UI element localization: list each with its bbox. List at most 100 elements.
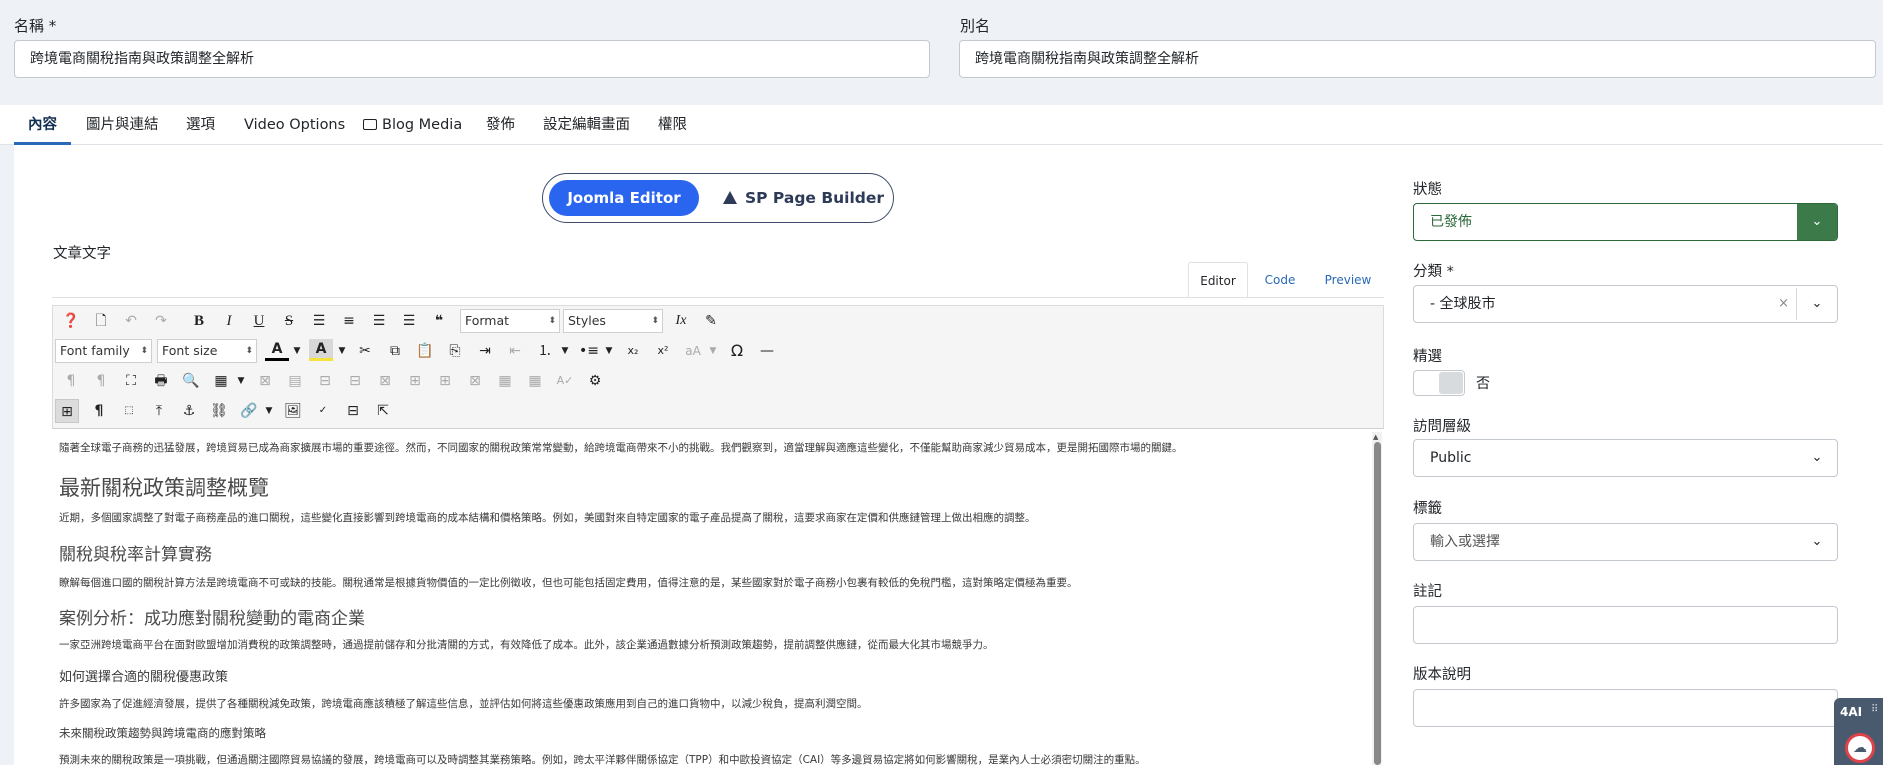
font-size-select[interactable]: Font size ⬍ <box>157 339 257 363</box>
search-icon[interactable]: 🔍 <box>179 369 203 393</box>
caret-down-icon[interactable]: ▼ <box>235 369 247 393</box>
joomla-editor-button[interactable]: Joomla Editor <box>549 180 699 216</box>
bullet-list-icon[interactable]: •≡ <box>577 339 601 363</box>
spellcheck-icon[interactable]: ✓ <box>311 399 335 423</box>
tab-video-options[interactable]: Video Options <box>244 105 345 145</box>
cell-merge-icon[interactable]: ▦ <box>523 369 547 393</box>
table-delete-icon[interactable]: ⊠ <box>253 369 277 393</box>
clear-icon[interactable]: × <box>1778 286 1789 322</box>
cell-split-icon[interactable]: ▦ <box>493 369 517 393</box>
paste-text-icon[interactable]: ⎘ <box>443 339 467 363</box>
font-case-icon[interactable]: aA <box>681 339 705 363</box>
caret-down-icon[interactable]: ▼ <box>603 339 615 363</box>
format-select[interactable]: Format ⬍ <box>460 309 560 333</box>
scroll-up-arrow-icon[interactable]: ▲ <box>1373 433 1378 441</box>
undo-icon[interactable]: ↶ <box>119 309 143 333</box>
cut-icon[interactable]: ✂ <box>353 339 377 363</box>
sp-page-builder-button[interactable]: SP Page Builder <box>723 180 884 216</box>
anchor-icon[interactable]: ⚓ <box>177 399 201 423</box>
col-delete-icon[interactable]: ⊠ <box>463 369 487 393</box>
clear-formatting-icon[interactable]: Ix <box>669 309 693 333</box>
row-insert-before-icon[interactable]: ⊟ <box>313 369 337 393</box>
status-select[interactable]: 已發佈 ⌄ <box>1413 203 1838 241</box>
copy-icon[interactable]: ⧉ <box>383 339 407 363</box>
align-left-icon[interactable]: ☰ <box>367 309 391 333</box>
mode-tab-code[interactable]: Code <box>1252 262 1308 298</box>
caret-down-icon[interactable]: ▼ <box>559 339 571 363</box>
align-justify-icon[interactable]: ☰ <box>307 309 331 333</box>
new-document-icon[interactable]: 🗋 <box>89 309 113 333</box>
cloud-icon[interactable]: ☁ <box>1845 733 1875 763</box>
row-insert-after-icon[interactable]: ⊟ <box>343 369 367 393</box>
drag-handle-icon[interactable]: ⠿ <box>1871 704 1878 715</box>
format-painter-icon[interactable]: ✎ <box>699 309 723 333</box>
mode-tab-preview[interactable]: Preview <box>1320 262 1376 298</box>
tab-publishing[interactable]: 發佈 <box>486 105 515 145</box>
category-select[interactable]: - 全球股市 × ⌄ <box>1413 285 1838 323</box>
table-row-props-icon[interactable]: ▤ <box>283 369 307 393</box>
ai-widget[interactable]: 4AI ⠿ ☁ <box>1834 698 1883 765</box>
background-color-button[interactable]: A <box>309 339 333 361</box>
tab-editor-config[interactable]: 設定編輯畫面 <box>543 105 630 145</box>
col-insert-after-icon[interactable]: ⊞ <box>433 369 457 393</box>
paste-icon[interactable]: 📋 <box>413 339 437 363</box>
row-delete-icon[interactable]: ⊠ <box>373 369 397 393</box>
toggle-editor-icon[interactable]: ⇱ <box>371 399 395 423</box>
rtl-icon[interactable]: ¶ <box>89 369 113 393</box>
tab-images-links[interactable]: 圖片與連結 <box>86 105 159 145</box>
outdent-icon[interactable]: ⇤ <box>503 339 527 363</box>
redo-icon[interactable]: ↷ <box>149 309 173 333</box>
styles-select[interactable]: Styles ⬍ <box>563 309 663 333</box>
numbered-list-icon[interactable]: ⒈ <box>533 339 557 363</box>
print-icon[interactable]: 🖶 <box>149 369 173 393</box>
indent-icon[interactable]: ⇥ <box>473 339 497 363</box>
col-insert-before-icon[interactable]: ⊞ <box>403 369 427 393</box>
font-color-button[interactable]: A <box>265 339 289 361</box>
note-input[interactable] <box>1413 606 1838 644</box>
tab-content[interactable]: 內容 <box>14 105 71 145</box>
bold-button[interactable]: B <box>187 309 211 333</box>
image-icon[interactable]: 🖼 <box>281 399 305 423</box>
unlink-icon[interactable]: ⛓ <box>207 399 231 423</box>
fullscreen-icon[interactable]: ⛶ <box>119 369 143 393</box>
caret-down-icon[interactable]: ▼ <box>291 339 303 363</box>
caret-down-icon[interactable]: ▼ <box>263 399 275 423</box>
link-icon[interactable]: 🔗 <box>237 399 261 423</box>
show-blocks-button[interactable]: ¶ <box>87 399 111 423</box>
horizontal-rule-icon[interactable]: — <box>755 339 779 363</box>
alias-input[interactable]: 跨境電商關稅指南與政策調整全解析 <box>959 40 1876 78</box>
mode-tab-editor[interactable]: Editor <box>1188 262 1248 298</box>
content-heading-3: 案例分析：成功應對關稅變動的電商企業 <box>59 609 365 629</box>
caret-down-icon[interactable]: ▼ <box>707 339 719 363</box>
underline-button[interactable]: U <box>247 309 271 333</box>
table-icon[interactable]: ▦ <box>209 369 233 393</box>
help-icon[interactable]: ❓ <box>59 309 83 333</box>
version-note-input[interactable] <box>1413 689 1838 727</box>
gear-icon[interactable]: ⚙ <box>583 369 607 393</box>
italic-button[interactable]: I <box>217 309 241 333</box>
spellcheck-icon[interactable]: A✓ <box>553 369 577 393</box>
featured-toggle[interactable] <box>1413 370 1465 396</box>
page-break-icon[interactable]: ⊟ <box>341 399 365 423</box>
title-input[interactable]: 跨境電商關稅指南與政策調整全解析 <box>14 40 930 78</box>
editor-content-area[interactable]: 隨著全球電子商務的迅猛發展，跨境貿易已成為商家擴展市場的重要途徑。然而，不同國家… <box>52 430 1384 765</box>
show-invisibles-icon[interactable]: ⬚ <box>117 399 141 423</box>
access-select[interactable]: Public ⌄ <box>1413 439 1838 477</box>
ltr-icon[interactable]: ¶ <box>59 369 83 393</box>
blockquote-icon[interactable]: ❝ <box>427 309 451 333</box>
tags-select[interactable]: 輸入或選擇 ⌄ <box>1413 523 1838 561</box>
tab-permissions[interactable]: 權限 <box>658 105 687 145</box>
superscript-button[interactable]: x² <box>651 339 675 363</box>
caret-down-icon[interactable]: ▼ <box>336 339 348 363</box>
strikethrough-button[interactable]: S <box>277 309 301 333</box>
font-family-select[interactable]: Font family ⬍ <box>55 339 152 363</box>
scrollbar-thumb[interactable] <box>1374 442 1381 765</box>
tab-options[interactable]: 選項 <box>186 105 215 145</box>
subscript-button[interactable]: x₂ <box>621 339 645 363</box>
align-right-icon[interactable]: ☰ <box>397 309 421 333</box>
visual-aid-icon[interactable]: ⊞ <box>55 399 79 423</box>
tab-blog-media[interactable]: Blog Media <box>363 105 462 145</box>
special-character-button[interactable]: Ω <box>725 339 749 363</box>
align-center-icon[interactable]: ≡ <box>337 309 361 333</box>
upload-icon[interactable]: ⤒ <box>147 399 171 423</box>
